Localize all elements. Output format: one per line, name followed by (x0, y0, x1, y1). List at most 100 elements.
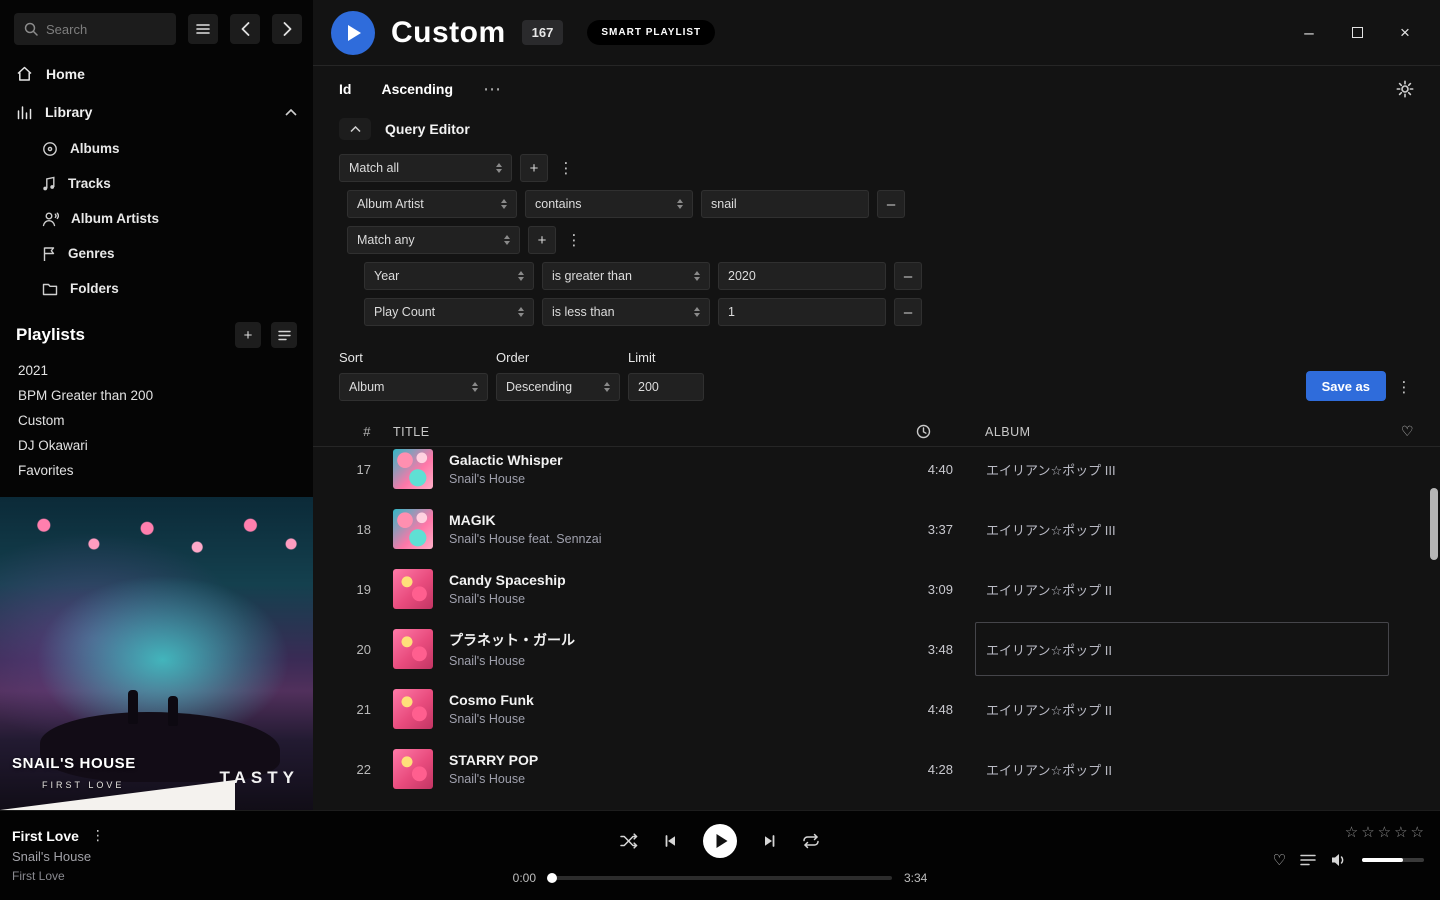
remove-rule-button[interactable]: – (877, 190, 905, 218)
select-value: is greater than (552, 269, 632, 283)
sort-select[interactable]: Album (339, 373, 488, 401)
collapse-query-editor-button[interactable] (339, 118, 371, 140)
table-row[interactable]: 17 Galactic Whisper Snail's House 4:40 エ… (337, 447, 1426, 499)
rule-operator-select[interactable]: is greater than (542, 262, 710, 290)
sidebar-item-album-artists[interactable]: Album Artists (0, 201, 313, 236)
save-as-button[interactable]: Save as (1306, 371, 1386, 401)
seek-bar[interactable] (548, 876, 892, 880)
music-note-icon (42, 176, 56, 192)
rule-field-select[interactable]: Album Artist (347, 190, 517, 218)
play-pause-button[interactable] (702, 823, 738, 859)
sidebar-item-albums[interactable]: Albums (0, 131, 313, 166)
track-number: 19 (337, 582, 371, 597)
table-row[interactable]: 19 Candy Spaceship Snail's House 3:09 エイ… (337, 559, 1426, 619)
star-icon[interactable]: ☆ (1378, 823, 1391, 841)
maximize-button[interactable] (1348, 24, 1366, 42)
flag-icon (42, 246, 56, 262)
spinner-icon (518, 271, 524, 281)
sidebar-item-library[interactable]: Library (0, 93, 313, 131)
close-icon: × (1400, 23, 1410, 43)
query-menu-button[interactable]: ⋮ (1394, 373, 1414, 401)
match-mode-select[interactable]: Match any (347, 226, 520, 254)
rule-value-field[interactable] (718, 262, 886, 290)
kebab-icon: ⋮ (567, 231, 582, 249)
sort-direction-button[interactable]: Ascending (381, 81, 453, 97)
header-title[interactable]: TITLE (393, 425, 893, 439)
vertical-scrollbar-thumb[interactable] (1430, 488, 1438, 560)
limit-field[interactable] (628, 373, 704, 401)
header-number[interactable]: # (337, 424, 371, 439)
rule-operator-select[interactable]: is less than (542, 298, 710, 326)
track-album-focused-cell[interactable]: エイリアン☆ポップ II (975, 622, 1389, 676)
settings-button[interactable] (1396, 80, 1414, 98)
sort-field-button[interactable]: Id (339, 81, 351, 97)
favorite-button[interactable]: ♡ (1273, 851, 1286, 869)
track-title: Cosmo Funk (449, 692, 893, 708)
menu-button[interactable] (188, 14, 218, 44)
rule-field-select[interactable]: Play Count (364, 298, 534, 326)
match-mode-select[interactable]: Match all (339, 154, 512, 182)
seek-handle[interactable] (547, 873, 557, 883)
search-box[interactable] (14, 13, 176, 45)
track-menu-button[interactable]: ⋮ (91, 827, 105, 844)
previous-track-button[interactable] (662, 833, 678, 849)
add-playlist-button[interactable]: + (235, 322, 261, 348)
header-favorite[interactable]: ♡ (1389, 423, 1426, 440)
close-button[interactable]: × (1396, 24, 1414, 42)
sidebar-item-home[interactable]: Home (0, 55, 313, 93)
table-row[interactable]: 18 MAGIK Snail's House feat. Sennzai 3:3… (337, 499, 1426, 559)
playlist-item[interactable]: DJ Okawari (0, 433, 313, 458)
sidebar-item-folders[interactable]: Folders (0, 271, 313, 306)
search-input[interactable] (46, 22, 166, 37)
star-icon[interactable]: ☆ (1361, 823, 1374, 841)
group-menu-button[interactable]: ⋮ (556, 154, 576, 182)
player-bar: First Love ⋮ Snail's House First Love (0, 810, 1440, 900)
rule-value-input[interactable] (728, 269, 876, 283)
app-window: Home Library Albums (0, 0, 1440, 900)
nav-back-button[interactable] (230, 14, 260, 44)
table-row[interactable]: 21 Cosmo Funk Snail's House 4:48 エイリアン☆ポ… (337, 679, 1426, 739)
remove-rule-button[interactable]: – (894, 262, 922, 290)
shuffle-button[interactable] (620, 833, 638, 849)
table-row[interactable]: 20 プラネット・ガール Snail's House 3:48 エイリアン☆ポッ… (337, 619, 1426, 679)
playlist-item[interactable]: Favorites (0, 458, 313, 483)
add-rule-button[interactable]: + (528, 226, 556, 254)
more-options-button[interactable]: ⋯ (483, 79, 503, 100)
rule-value-field[interactable] (701, 190, 869, 218)
volume-slider[interactable] (1362, 858, 1424, 862)
playlist-list-button[interactable] (271, 322, 297, 348)
track-number: 20 (337, 642, 371, 657)
add-rule-button[interactable]: + (520, 154, 548, 182)
rule-value-field[interactable] (718, 298, 886, 326)
playlist-item[interactable]: Custom (0, 408, 313, 433)
order-select[interactable]: Descending (496, 373, 620, 401)
queue-button[interactable] (1300, 853, 1316, 867)
minimize-button[interactable]: – (1300, 24, 1318, 42)
nav-forward-button[interactable] (272, 14, 302, 44)
star-icon[interactable]: ☆ (1411, 823, 1424, 841)
limit-input[interactable] (638, 380, 694, 394)
group-menu-button[interactable]: ⋮ (564, 226, 584, 254)
table-body: 17 Galactic Whisper Snail's House 4:40 エ… (313, 447, 1440, 810)
rule-value-input[interactable] (711, 197, 859, 211)
header-album[interactable]: ALBUM (975, 425, 1389, 439)
star-icon[interactable]: ☆ (1345, 823, 1358, 841)
remove-rule-button[interactable]: – (894, 298, 922, 326)
playlist-item[interactable]: BPM Greater than 200 (0, 383, 313, 408)
playlist-label: DJ Okawari (18, 438, 88, 453)
play-playlist-button[interactable] (331, 11, 375, 55)
sidebar-item-tracks[interactable]: Tracks (0, 166, 313, 201)
sidebar-item-genres[interactable]: Genres (0, 236, 313, 271)
volume-icon[interactable] (1330, 852, 1348, 868)
repeat-button[interactable] (802, 833, 820, 849)
rule-operator-select[interactable]: contains (525, 190, 693, 218)
next-track-button[interactable] (762, 833, 778, 849)
table-row[interactable]: 22 STARRY POP Snail's House 4:28 エイリアン☆ポ… (337, 739, 1426, 799)
star-icon[interactable]: ☆ (1394, 823, 1407, 841)
header-duration[interactable] (893, 424, 953, 439)
rule-value-input[interactable] (728, 305, 876, 319)
track-number: 21 (337, 702, 371, 717)
playlist-item[interactable]: 2021 (0, 358, 313, 383)
rule-field-select[interactable]: Year (364, 262, 534, 290)
track-number: 18 (337, 522, 371, 537)
